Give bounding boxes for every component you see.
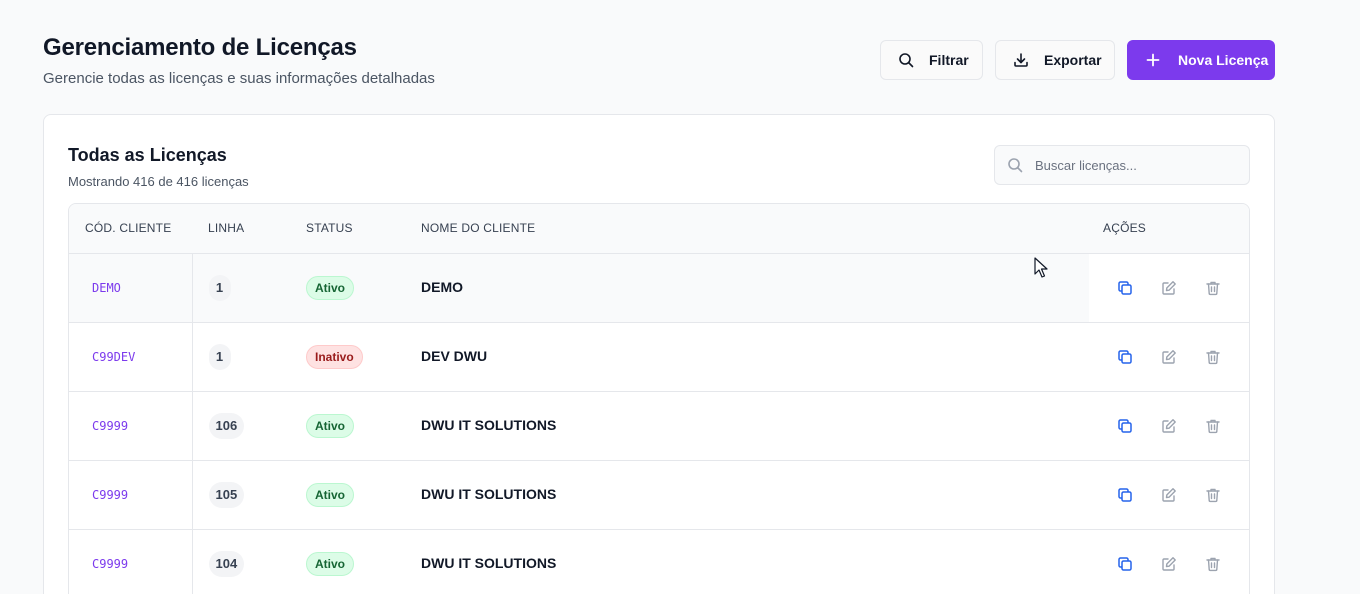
trash-icon[interactable] xyxy=(1205,556,1221,572)
card-title: Todas as Licenças xyxy=(68,145,227,165)
trash-icon[interactable] xyxy=(1205,349,1221,365)
row-actions xyxy=(1105,556,1249,572)
status-badge: Inativo xyxy=(306,344,363,369)
card-subtitle: Mostrando 416 de 416 licenças xyxy=(68,174,249,189)
copy-icon[interactable] xyxy=(1117,349,1133,365)
edit-icon[interactable] xyxy=(1161,280,1177,296)
column-header-line[interactable]: LINHA xyxy=(192,204,290,254)
client-code[interactable]: C9999 xyxy=(92,488,128,502)
table-row[interactable]: C9999 106 Ativo DWU IT SOLUTIONS xyxy=(69,391,1249,460)
search-icon xyxy=(1007,157,1023,173)
export-button[interactable]: Exportar xyxy=(995,40,1115,80)
row-actions xyxy=(1105,418,1249,434)
download-icon xyxy=(1013,52,1029,68)
column-header-status[interactable]: STATUS xyxy=(290,204,405,254)
line-badge: 105 xyxy=(208,481,245,508)
line-badge: 104 xyxy=(208,550,245,577)
table-header-row: CÓD. CLIENTE LINHA STATUS NOME DO CLIENT… xyxy=(69,204,1249,254)
column-header-code[interactable]: CÓD. CLIENTE xyxy=(69,204,192,254)
edit-icon[interactable] xyxy=(1161,418,1177,434)
edit-icon[interactable] xyxy=(1161,349,1177,365)
table-row[interactable]: DEMO 1 Ativo DEMO xyxy=(69,253,1249,322)
new-license-button[interactable]: Nova Licença xyxy=(1127,40,1275,80)
page-subtitle: Gerencie todas as licenças e suas inform… xyxy=(43,70,435,87)
edit-icon[interactable] xyxy=(1161,556,1177,572)
trash-icon[interactable] xyxy=(1205,280,1221,296)
plus-icon xyxy=(1145,52,1161,68)
table-row[interactable]: C9999 105 Ativo DWU IT SOLUTIONS xyxy=(69,460,1249,529)
status-badge: Ativo xyxy=(306,413,354,438)
client-code[interactable]: C9999 xyxy=(92,557,128,571)
search-box xyxy=(994,145,1250,185)
search-input[interactable] xyxy=(1035,157,1235,173)
client-name: DEMO xyxy=(421,278,463,295)
row-actions xyxy=(1105,280,1249,296)
client-name: DWU IT SOLUTIONS xyxy=(421,485,557,502)
mouse-cursor-icon xyxy=(1034,257,1048,279)
column-header-actions: AÇÕES xyxy=(1089,204,1249,254)
filter-button-label: Filtrar xyxy=(929,52,969,68)
client-code[interactable]: C99DEV xyxy=(92,350,135,364)
client-name: DEV DWU xyxy=(421,347,488,364)
page-header: Gerenciamento de Licenças Gerencie todas… xyxy=(43,34,435,88)
line-badge: 1 xyxy=(208,274,231,301)
copy-icon[interactable] xyxy=(1117,556,1133,572)
filter-button[interactable]: Filtrar xyxy=(880,40,983,80)
client-code[interactable]: C9999 xyxy=(92,419,128,433)
row-actions xyxy=(1105,487,1249,503)
search-icon xyxy=(898,52,914,68)
status-badge: Ativo xyxy=(306,482,354,507)
trash-icon[interactable] xyxy=(1205,487,1221,503)
trash-icon[interactable] xyxy=(1205,418,1221,434)
header-actions: Filtrar Exportar Nova Licença xyxy=(880,40,1275,80)
edit-icon[interactable] xyxy=(1161,487,1177,503)
column-header-name[interactable]: NOME DO CLIENTE xyxy=(405,204,1089,254)
client-code[interactable]: DEMO xyxy=(92,281,121,295)
licenses-table: CÓD. CLIENTE LINHA STATUS NOME DO CLIENT… xyxy=(68,203,1250,594)
licenses-card: Todas as Licenças Mostrando 416 de 416 l… xyxy=(43,114,1275,594)
table-row[interactable]: C99DEV 1 Inativo DEV DWU xyxy=(69,322,1249,391)
client-name: DWU IT SOLUTIONS xyxy=(421,554,557,571)
client-name: DWU IT SOLUTIONS xyxy=(421,416,557,433)
copy-icon[interactable] xyxy=(1117,280,1133,296)
table-row[interactable]: C9999 104 Ativo DWU IT SOLUTIONS xyxy=(69,529,1249,594)
new-license-button-label: Nova Licença xyxy=(1178,52,1269,68)
export-button-label: Exportar xyxy=(1044,52,1102,68)
line-badge: 106 xyxy=(208,412,245,439)
page-title: Gerenciamento de Licenças xyxy=(43,34,357,61)
row-actions xyxy=(1105,349,1249,365)
status-badge: Ativo xyxy=(306,551,354,576)
copy-icon[interactable] xyxy=(1117,418,1133,434)
line-badge: 1 xyxy=(208,343,231,370)
copy-icon[interactable] xyxy=(1117,487,1133,503)
status-badge: Ativo xyxy=(306,275,354,300)
